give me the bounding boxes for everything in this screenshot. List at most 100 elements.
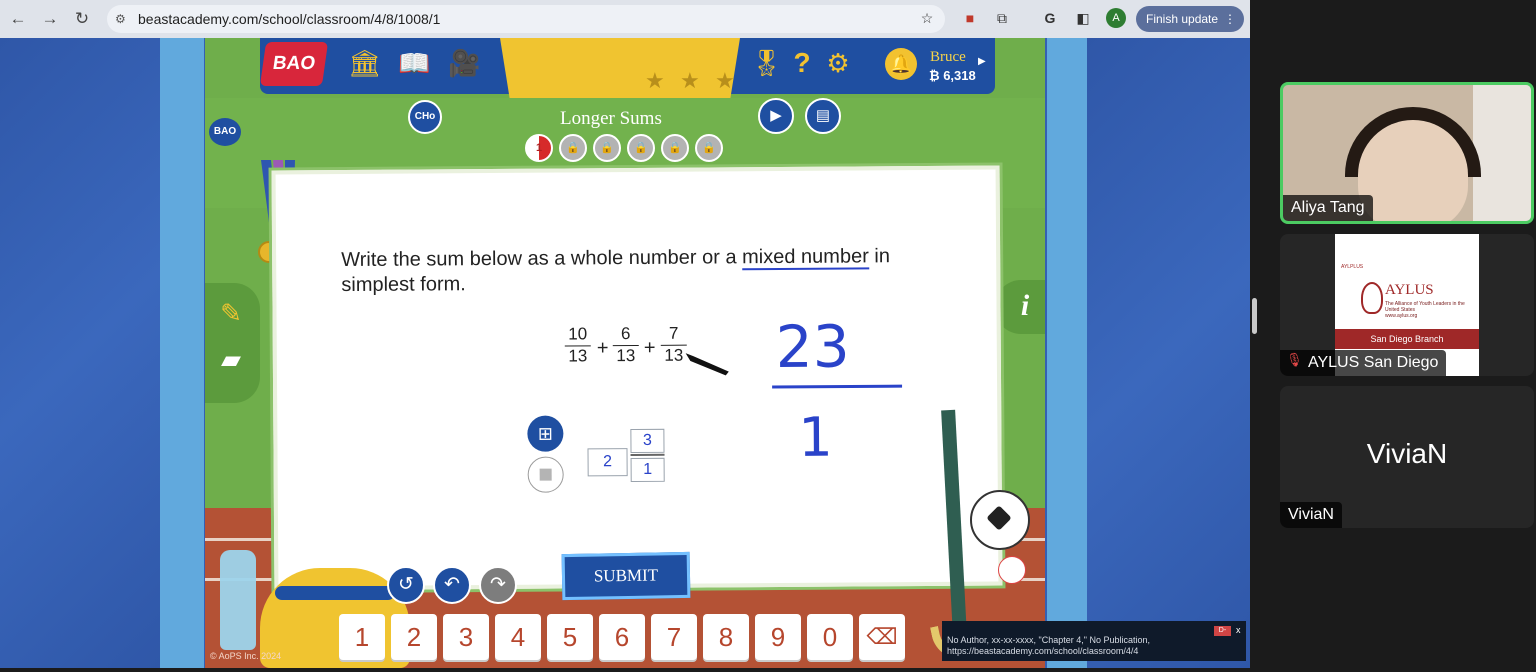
stop-tool-button[interactable] [527,456,564,493]
redo-button[interactable]: ↷ [479,566,517,604]
aylus-headline: AYLUS [1385,282,1434,298]
avatar[interactable]: 🔔 [885,48,917,80]
lock-icon: 🔒 [627,134,655,162]
undo-button[interactable]: ↶ [433,566,471,604]
back-icon[interactable]: ← [6,7,30,31]
fraction-denominator: 13 [616,346,636,366]
key-8[interactable]: 8 [703,614,749,660]
play-icon: ▶ [770,107,782,124]
right-background-pattern [1087,38,1250,668]
sidepanel-icon[interactable]: ◧ [1073,8,1093,28]
reload-icon[interactable]: ↻ [70,7,94,31]
finish-update-label: Finish update [1146,12,1219,26]
site-info-icon[interactable]: ⚙ [115,12,126,26]
plus-sign: + [643,336,656,359]
drawing-tools-panel: ✎ ▰ [205,283,260,403]
coin-balance: ₿ 6,318 [929,68,976,83]
participant-name: ViviaN [1280,502,1342,528]
reset-icon: ↺ [398,574,414,595]
left-background-pattern [0,38,160,668]
handwritten-numerator: 23 [776,313,850,382]
number-keypad: 1 2 3 4 5 6 7 8 9 0 ⌫ [335,614,1045,668]
participant-name: AYLUS San Diego [1280,350,1447,376]
key-2[interactable]: 2 [391,614,437,660]
web-page: BAO 🏛 📖 🎥 ★ ★ ★ 🎖 ? ⚙ 🔔 Bruce ₿ 6,318 ▶ … [0,38,1250,668]
whole-number-input[interactable]: 2 [587,448,628,477]
star-icon: ★ [715,68,735,93]
stop-icon [539,468,552,481]
key-5[interactable]: 5 [547,614,593,660]
star-icon: ★ [680,68,700,93]
lesson-title: Longer Sums [560,108,662,129]
school-icon[interactable]: 🏛 [348,48,381,78]
bookmark-star-icon[interactable]: ☆ [917,8,937,28]
pencil-icon[interactable]: ✎ [213,295,249,331]
video-call-sidebar: Aliya Tang AYLPLUS AYLUS The Alliance of… [1250,0,1536,672]
participant-tile-vivian[interactable]: ViviaN ViviaN [1280,386,1534,528]
google-icon[interactable]: G [1040,8,1060,28]
forward-icon[interactable]: → [38,7,62,31]
right-light-strip [1047,38,1087,668]
baseball [998,556,1026,584]
star-icon: ★ [645,68,665,93]
chevron-right-icon[interactable]: ▶ [978,56,986,67]
fraction-numerator: 10 [564,324,591,347]
marker-cursor-icon [682,350,732,378]
progress-panel [500,38,740,98]
lock-icon: 🔒 [695,134,723,162]
key-9[interactable]: 9 [755,614,801,660]
scrollbar-thumb[interactable] [1252,298,1257,334]
chapter-badge[interactable]: CHo [408,100,442,134]
aylus-url: www.aylus.org [1385,313,1418,319]
problem-card: Write the sum below as a whole number or… [271,165,1003,591]
key-0[interactable]: 0 [807,614,853,660]
prompt-text: Write the sum below as a whole number or… [341,246,743,272]
backspace-key[interactable]: ⌫ [859,614,905,660]
water-bottle [220,550,256,650]
key-6[interactable]: 6 [599,614,645,660]
fraction-denominator: 13 [568,346,588,366]
denominator-input[interactable]: 1 [630,457,665,483]
finish-update-button[interactable]: Finish update ⋮ [1136,6,1244,32]
url-text[interactable]: beastacademy.com/school/classroom/4/8/10… [138,11,440,27]
fraction: 10 13 [564,324,591,366]
key-7[interactable]: 7 [651,614,697,660]
bao-logo[interactable]: BAO [259,42,329,86]
video-background [1473,85,1531,221]
participant-tile-aylus[interactable]: AYLPLUS AYLUS The Alliance of Youth Lead… [1280,234,1534,376]
book-icon: ▤ [815,107,831,124]
puzzle-icon[interactable]: ⧉ [992,8,1012,28]
username: Bruce [930,49,966,65]
key-1[interactable]: 1 [339,614,385,660]
help-icon[interactable]: ? [787,48,817,78]
numerator-input[interactable]: 3 [630,428,665,454]
mixed-number-tool-button[interactable]: ⊞ [527,415,564,452]
key-4[interactable]: 4 [495,614,541,660]
aylus-small-logo: AYLPLUS [1341,264,1364,270]
read-book-button[interactable]: ▤ [805,98,841,134]
video-camera-icon[interactable]: 🎥 [448,48,480,78]
submit-button[interactable]: SUBMIT [561,551,691,601]
participant-tile-aliya[interactable]: Aliya Tang [1280,82,1534,224]
eraser-icon[interactable]: ▰ [213,341,249,377]
side-bao-logo[interactable]: BAO [209,118,241,146]
book-icon[interactable]: 📖 [398,48,430,78]
close-icon[interactable]: x [1236,625,1241,636]
profile-icon[interactable]: A [1106,8,1126,28]
key-3[interactable]: 3 [443,614,489,660]
game-frame: BAO 🏛 📖 🎥 ★ ★ ★ 🎖 ? ⚙ 🔔 Bruce ₿ 6,318 ▶ … [205,38,1045,668]
reset-button[interactable]: ↺ [387,566,425,604]
participant-video [1358,120,1468,221]
info-button[interactable]: i [995,280,1045,334]
progress-dot-current[interactable]: 1 [525,134,553,162]
extension-icon[interactable]: ■ [960,8,980,28]
kebab-menu-icon[interactable]: ⋮ [1224,6,1236,32]
gear-icon[interactable]: ⚙ [823,48,853,78]
play-video-button[interactable]: ▶ [758,98,794,134]
fraction-numerator: 7 [660,323,687,346]
mixed-number-link[interactable]: mixed number [742,245,869,271]
undo-icon: ↶ [444,574,460,595]
handwritten-scratch-work: 23 1 [772,313,903,469]
award-ribbon-icon[interactable]: 🎖 [750,48,783,78]
lock-icon: 🔒 [593,134,621,162]
